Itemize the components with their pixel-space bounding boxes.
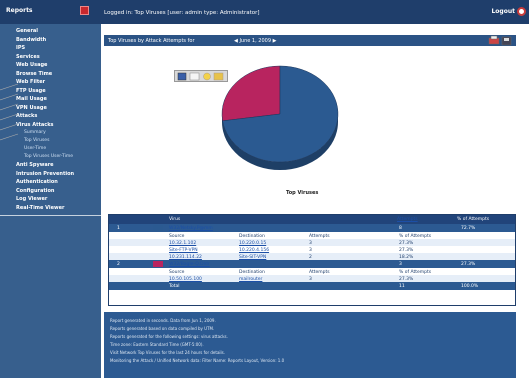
virus-percent: 72.7%: [461, 226, 476, 231]
chart-type-icon[interactable]: [189, 72, 200, 81]
total-row: Total 11 100.0%: [109, 282, 515, 290]
group-index: 2: [117, 262, 120, 267]
sidebar-item-authentication[interactable]: Authentication: [16, 179, 58, 185]
table-row: Site-FTP-VPN 10.220.4.156 3 27.3%: [109, 246, 515, 253]
sidebar-item-ips[interactable]: IPS: [16, 45, 25, 51]
menu-toggle-icon[interactable]: [80, 6, 89, 15]
report-title: Top Viruses by Attack Attempts for: [108, 38, 195, 44]
sidebar-item-top-viruses[interactable]: Top Viruses: [24, 138, 49, 143]
pie-slice[interactable]: [221, 65, 281, 122]
virus-attempts: 3: [399, 262, 402, 267]
report-actions: [487, 35, 517, 47]
date-selector[interactable]: ◀ June 1, 2009 ▶: [234, 38, 276, 44]
sidebar-item-user-time[interactable]: User-Time: [24, 146, 46, 151]
sidebar-divider: [0, 215, 101, 216]
sidebar-item-services[interactable]: Services: [16, 54, 40, 60]
save-icon[interactable]: [177, 72, 187, 81]
sidebar-item-top-viruses-user-time[interactable]: Top Viruses User-Time: [24, 154, 73, 159]
report-note: Reports generated based on data compiled…: [110, 326, 215, 331]
sidebar: General Bandwidth IPS Services Web Usage Brow…: [0, 24, 101, 378]
sub-header-row: Source Destination Attempts% of Attempts: [109, 232, 515, 239]
leader-lines: [0, 83, 19, 141]
legend-swatch: [153, 261, 163, 267]
attempts-col-header[interactable]: Attempts: [397, 217, 418, 222]
report-note: Report generated in seconds. Data from J…: [110, 318, 216, 323]
report-note: Reports generated for the following sett…: [110, 334, 228, 339]
reports-label: Reports: [6, 7, 33, 14]
logged-in-info: Logged in: Top Viruses [user: admin type…: [104, 10, 260, 16]
sidebar-item-log-viewer[interactable]: Log Viewer: [16, 196, 47, 202]
sidebar-item-general[interactable]: General: [16, 28, 38, 34]
virus-group-row: 2 W32/Bagle-Q.Dldr 3 27.3%: [109, 260, 515, 268]
table-header-row: Virus Attempts % of Attempts: [109, 215, 515, 224]
print-icon[interactable]: [488, 35, 500, 45]
sidebar-item-configuration[interactable]: Configuration: [16, 188, 54, 194]
logout-button[interactable]: Logout: [491, 8, 515, 15]
total-attempts: 11: [399, 284, 405, 289]
export-icon[interactable]: [501, 36, 512, 46]
virus-table: Virus Attempts % of Attempts 1 W32/Netsky.P@…: [108, 214, 516, 306]
group-index: 1: [117, 226, 120, 231]
sidebar-item-vpn-usage[interactable]: VPN Usage: [16, 105, 47, 111]
virus-col-header: Virus: [169, 217, 181, 222]
report-note: Time zone: Eastern Standard Time (GMT-5:…: [110, 342, 204, 347]
pie-chart: [221, 65, 339, 170]
virus-name[interactable]: W32/Bagle-Q.Dldr: [169, 262, 210, 267]
table-row: 10.32.1.102 10.220.0.15 3 27.3%: [109, 239, 515, 246]
sidebar-item-anti-spyware[interactable]: Anti Spyware: [16, 162, 54, 168]
report-notes: Report generated in seconds. Data from J…: [104, 312, 516, 378]
sidebar-item-intrusion-prevention[interactable]: Intrusion Prevention: [16, 171, 74, 177]
virus-attempts: 8: [399, 226, 402, 231]
total-label: Total: [169, 284, 180, 289]
total-percent: 100.0%: [461, 284, 479, 289]
report-title-bar: Top Viruses by Attack Attempts for ◀ Jun…: [104, 35, 516, 46]
sidebar-item-virus-attacks[interactable]: Virus Attacks: [16, 122, 54, 128]
report-note: Monitoring the Attack / Unified Network …: [110, 358, 285, 363]
table-row: 10.50.105.100 mailrouter 3 27.3%: [109, 275, 515, 282]
sidebar-item-real-time-viewer[interactable]: Real-Time Viewer: [16, 205, 65, 211]
next-date-icon[interactable]: ▶: [273, 38, 277, 44]
sidebar-item-bandwidth[interactable]: Bandwidth: [16, 37, 46, 43]
virus-percent: 27.3%: [461, 262, 476, 267]
virus-name[interactable]: W32/Netsky.P@mm: [169, 226, 213, 231]
logout-icon[interactable]: [517, 7, 526, 16]
sidebar-item-summary[interactable]: Summary: [24, 130, 46, 135]
sidebar-item-web-filter[interactable]: Web Filter: [16, 79, 45, 85]
main-top-strip: [101, 24, 529, 34]
report-note: Visit Network Top Viruses for the last 2…: [110, 350, 225, 355]
top-bar: Reports Logged in: Top Viruses [user: ad…: [0, 0, 529, 24]
report-date: June 1, 2009: [239, 38, 272, 44]
sidebar-item-ftp-usage[interactable]: FTP Usage: [16, 88, 46, 94]
table-row: 10.231.114.22 Site-SIT-VPN 2 18.2%: [109, 253, 515, 260]
percent-col-header: % of Attempts: [457, 217, 490, 222]
chart-label: Top Viruses: [286, 190, 319, 196]
virus-group-row: 1 W32/Netsky.P@mm 8 72.7%: [109, 224, 515, 232]
sub-header-row: Source Destination Attempts% of Attempts: [109, 268, 515, 275]
sidebar-item-web-usage[interactable]: Web Usage: [16, 62, 47, 68]
sidebar-item-browse-time[interactable]: Browse Time: [16, 71, 52, 77]
sidebar-item-mail-usage[interactable]: Mail Usage: [16, 96, 47, 102]
legend-swatch: [153, 225, 163, 231]
prev-date-icon[interactable]: ◀: [234, 38, 238, 44]
